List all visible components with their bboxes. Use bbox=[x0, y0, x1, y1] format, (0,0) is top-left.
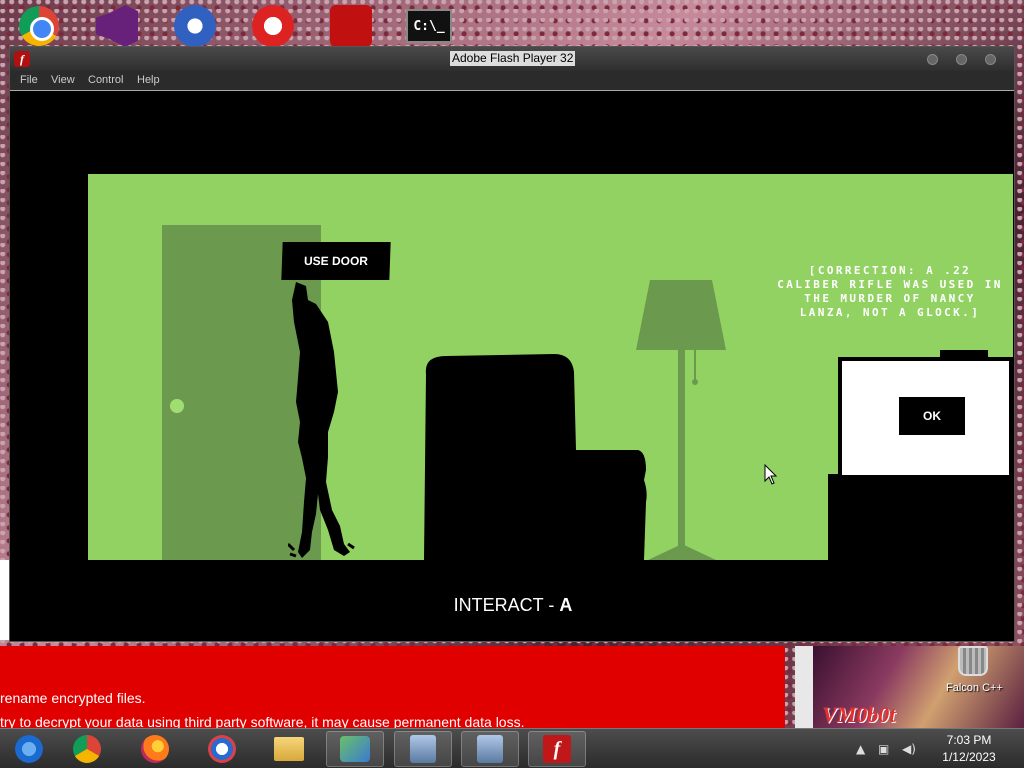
network-people-icon bbox=[340, 736, 370, 762]
minimize-button[interactable] bbox=[927, 54, 938, 65]
obama-logo-icon bbox=[208, 735, 236, 763]
correction-text: [CORRECTION: A .22 CALIBER RIFLE WAS USE… bbox=[777, 264, 1003, 319]
system-tray: ▲ ▣ ◀) 7:03 PM 1/12/2023 bbox=[854, 729, 1024, 768]
chrome-icon bbox=[73, 735, 101, 763]
wallpaper-logo-text: VM0b0t bbox=[822, 702, 896, 727]
clock-time[interactable]: 7:03 PM bbox=[934, 733, 1004, 747]
red-shield-icon[interactable] bbox=[326, 4, 376, 48]
installer-icon bbox=[477, 735, 503, 763]
character-silhouette bbox=[288, 282, 355, 558]
interact-key: A bbox=[559, 595, 573, 615]
clock-date[interactable]: 1/12/2023 bbox=[934, 750, 1004, 764]
show-hidden-icons-icon[interactable]: ▲ bbox=[856, 742, 865, 756]
window-title: Adobe Flash Player 32 bbox=[450, 51, 576, 66]
taskbar-file-explorer[interactable] bbox=[260, 731, 318, 767]
falcon-cpp-icon-label[interactable]: Falcon C++ bbox=[946, 682, 1003, 694]
mouse-cursor-icon bbox=[764, 464, 778, 485]
menu-control[interactable]: Control bbox=[88, 74, 123, 86]
visual-studio-icon[interactable] bbox=[92, 4, 142, 48]
menu-view[interactable]: View bbox=[51, 74, 75, 86]
interact-hint: INTERACT - A bbox=[10, 595, 1016, 616]
ransom-text-line: try to decrypt your data using third par… bbox=[0, 714, 525, 728]
maximize-button[interactable] bbox=[956, 54, 967, 65]
door-knob bbox=[170, 399, 184, 413]
menu-help[interactable]: Help bbox=[137, 74, 160, 86]
flash-player-icon: f bbox=[543, 735, 571, 763]
taskbar-chrome[interactable] bbox=[58, 731, 116, 767]
ransom-text-line: rename encrypted files. bbox=[0, 690, 146, 706]
vpn-icon[interactable] bbox=[170, 4, 220, 48]
recycle-bin-icon[interactable] bbox=[958, 646, 988, 676]
tv-dialog-box: OK bbox=[838, 357, 1013, 479]
start-button[interactable] bbox=[0, 731, 58, 767]
title-bar[interactable]: f Adobe Flash Player 32 bbox=[10, 47, 1014, 71]
firefox-icon bbox=[141, 735, 169, 763]
taskbar-installer-2[interactable] bbox=[461, 731, 519, 767]
floor-lamp-silhouette bbox=[636, 280, 726, 560]
flash-player-window: f Adobe Flash Player 32 File View Contro… bbox=[9, 46, 1015, 642]
volume-icon[interactable]: ◀) bbox=[902, 742, 916, 756]
taskbar: f ▲ ▣ ◀) 7:03 PM 1/12/2023 bbox=[0, 728, 1024, 768]
taskbar-obama-app[interactable] bbox=[193, 731, 251, 767]
chrome-icon[interactable] bbox=[14, 4, 64, 48]
flash-player-icon: f bbox=[14, 51, 30, 67]
game-stage[interactable]: USE DOOR [CORRECTION: A .22 CALIBER RIFL… bbox=[88, 174, 1013, 560]
ok-button[interactable]: OK bbox=[899, 397, 965, 435]
installer-icon bbox=[410, 735, 436, 763]
taskbar-flash-player[interactable]: f bbox=[528, 731, 586, 767]
close-button[interactable] bbox=[985, 54, 996, 65]
taskbar-network-app[interactable] bbox=[326, 731, 384, 767]
taskbar-installer-1[interactable] bbox=[394, 731, 452, 767]
armchair-silhouette bbox=[424, 354, 647, 560]
menu-file[interactable]: File bbox=[20, 74, 38, 86]
taskbar-firefox[interactable] bbox=[126, 731, 184, 767]
menu-bar: File View Control Help bbox=[10, 71, 1014, 91]
network-icon[interactable]: ▣ bbox=[878, 742, 889, 756]
use-door-prompt[interactable]: USE DOOR bbox=[281, 242, 391, 280]
windows-start-icon bbox=[15, 735, 43, 763]
folder-icon bbox=[274, 737, 304, 761]
interact-hint-label: INTERACT - bbox=[453, 595, 560, 615]
tv-cabinet bbox=[828, 474, 1013, 560]
red-app-icon[interactable] bbox=[248, 4, 298, 48]
command-prompt-icon[interactable]: C:\_ bbox=[404, 4, 454, 48]
